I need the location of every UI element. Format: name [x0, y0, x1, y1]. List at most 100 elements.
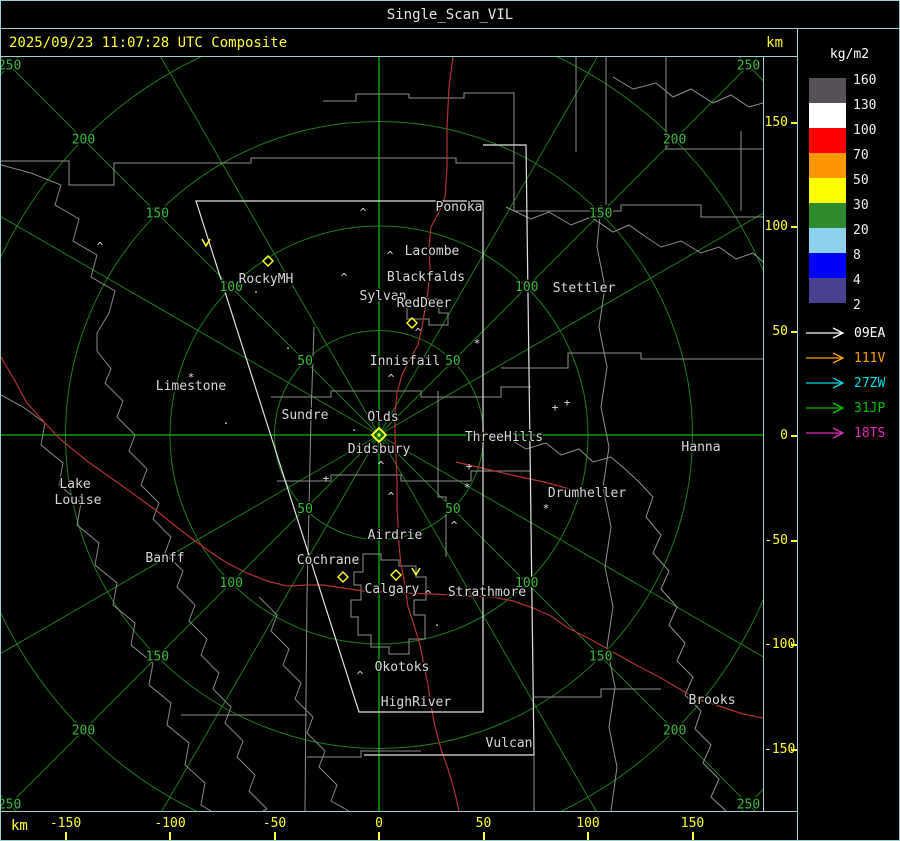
town-marker: ^	[378, 459, 385, 472]
town-marker: ^	[451, 519, 458, 532]
county-boundary	[1, 157, 763, 218]
storm-track-arrow-icon	[806, 327, 845, 339]
storm-track-arrow-icon	[806, 402, 845, 414]
city-label: Didsbury	[348, 442, 411, 457]
storm-track-arrow-icon	[806, 377, 845, 389]
bottom-axis-tick-label: 50	[475, 816, 492, 831]
storm-track-id: 18TS	[854, 426, 886, 441]
bottom-axis-unit-label: km	[11, 818, 28, 834]
storm-track-arrow-icon	[806, 352, 845, 364]
city-label: Okotoks	[375, 660, 430, 675]
city-label: Strathmore	[448, 585, 526, 600]
bottom-axis-tick-mark	[482, 832, 485, 840]
town-marker: .	[351, 421, 358, 434]
range-ring-label: 200	[663, 132, 686, 147]
color-swatch	[809, 228, 846, 253]
storm-track-id: 09EA	[854, 326, 886, 341]
range-ring-label: 50	[297, 502, 313, 517]
storm-track-legend-item: 18TS	[804, 426, 899, 441]
color-swatch	[809, 178, 846, 203]
town-marker: ^	[388, 372, 395, 385]
town-marker: +	[323, 472, 330, 485]
terrain-boundary	[1, 394, 212, 812]
storm-motion-arrow	[201, 238, 211, 248]
county-boundary	[437, 391, 447, 557]
storm-track-id: 31JP	[854, 401, 886, 416]
city-label: Blackfalds	[387, 270, 465, 285]
city-label: Vulcan	[486, 736, 533, 751]
bottom-axis-tick-label: -50	[262, 816, 287, 831]
range-ring-label: 100	[219, 576, 242, 591]
right-axis-tick-label: 150	[764, 114, 788, 130]
range-ring-label: 250	[737, 797, 760, 811]
right-axis-tick-label: -100	[764, 637, 796, 652]
range-ring-label: 250	[737, 59, 760, 74]
city-label: Limestone	[156, 379, 227, 394]
storm-track-legend-item: 111V	[804, 351, 899, 366]
county-boundary	[350, 553, 427, 655]
azimuth-spoke	[1, 434, 380, 814]
right-axis-tick-label: -150	[764, 741, 796, 757]
range-ring-label: 200	[72, 724, 95, 739]
city-label: Lacombe	[405, 244, 460, 259]
storm-track-id: 111V	[854, 351, 886, 366]
town-marker: ^	[360, 206, 367, 219]
bottom-axis-tick-mark	[64, 832, 67, 840]
bottom-axis-tick-mark	[691, 832, 694, 840]
color-swatch	[809, 278, 846, 303]
county-boundary	[612, 76, 764, 108]
bottom-axis-tick-mark	[587, 832, 589, 840]
range-ring-label: 50	[297, 354, 313, 369]
range-ring-label: 150	[589, 650, 612, 665]
range-ring-label: 50	[445, 354, 461, 369]
right-axis-tick-label: 100	[764, 219, 788, 234]
storm-track-legend-item: 27ZW	[804, 376, 899, 391]
city-label: Airdrie	[368, 528, 423, 543]
city-label: Olds	[367, 410, 398, 425]
color-scale-value: 130	[853, 98, 877, 113]
bottom-axis-tick-label: -100	[154, 816, 186, 831]
color-swatch	[809, 203, 846, 228]
color-scale-value: 100	[853, 123, 877, 138]
city-label: HighRiver	[381, 695, 452, 710]
scan-timestamp: 2025/09/23 11:07:28 UTC Composite	[9, 35, 288, 51]
bottom-axis-tick-mark	[378, 832, 380, 840]
radar-map-area[interactable]: 50 50 50 50 100 100 100 100 150 150 150 150 200 200 20…	[1, 1, 899, 840]
county-boundary	[323, 92, 515, 163]
range-ring-label: 150	[146, 650, 169, 665]
city-label: RockyMH	[239, 272, 294, 287]
city-label: Cochrane	[297, 553, 360, 568]
range-ring-label: 200	[72, 132, 95, 147]
city-label: Louise	[55, 493, 102, 508]
radar-map-canvas[interactable]: 50 5050 50100 100100 100150 150150 150200 20020…	[1, 1, 899, 840]
color-scale-value: 70	[853, 148, 869, 163]
info-bar: 2025/09/23 11:07:28 UTC Composite km	[1, 29, 797, 57]
radar-site-marker	[337, 571, 349, 583]
right-axis-unit-label: km	[766, 35, 783, 51]
right-axis-tick-label: -50	[764, 532, 788, 548]
color-scale-value: 50	[853, 173, 869, 188]
town-marker: ^	[341, 271, 348, 284]
window-title: Single_Scan_VIL	[1, 1, 899, 29]
color-swatch	[809, 128, 846, 153]
color-scale-value: 8	[853, 248, 861, 263]
color-swatch	[809, 253, 846, 278]
color-scale-value: 160	[853, 73, 877, 88]
radar-site-marker	[390, 569, 402, 581]
city-label: Brooks	[689, 693, 736, 708]
county-boundary	[277, 470, 531, 482]
city-label: ThreeHills	[465, 430, 543, 445]
radar-viewer-window: Single_Scan_VIL 2025/09/23 11:07:28 UTC …	[0, 0, 900, 841]
county-boundary	[501, 352, 763, 369]
town-marker: ^	[357, 669, 364, 682]
color-scale-value: 2	[853, 298, 861, 313]
town-marker: *	[474, 337, 481, 350]
city-label: Stettler	[553, 281, 616, 296]
city-label: Banff	[145, 551, 184, 566]
color-scale-value: 30	[853, 198, 869, 213]
city-label: Drumheller	[548, 486, 626, 501]
bottom-axis-tick-label: 100	[576, 816, 600, 831]
range-ring-label: 200	[663, 724, 686, 739]
color-swatch	[809, 153, 846, 178]
city-label: Calgary	[365, 582, 420, 597]
